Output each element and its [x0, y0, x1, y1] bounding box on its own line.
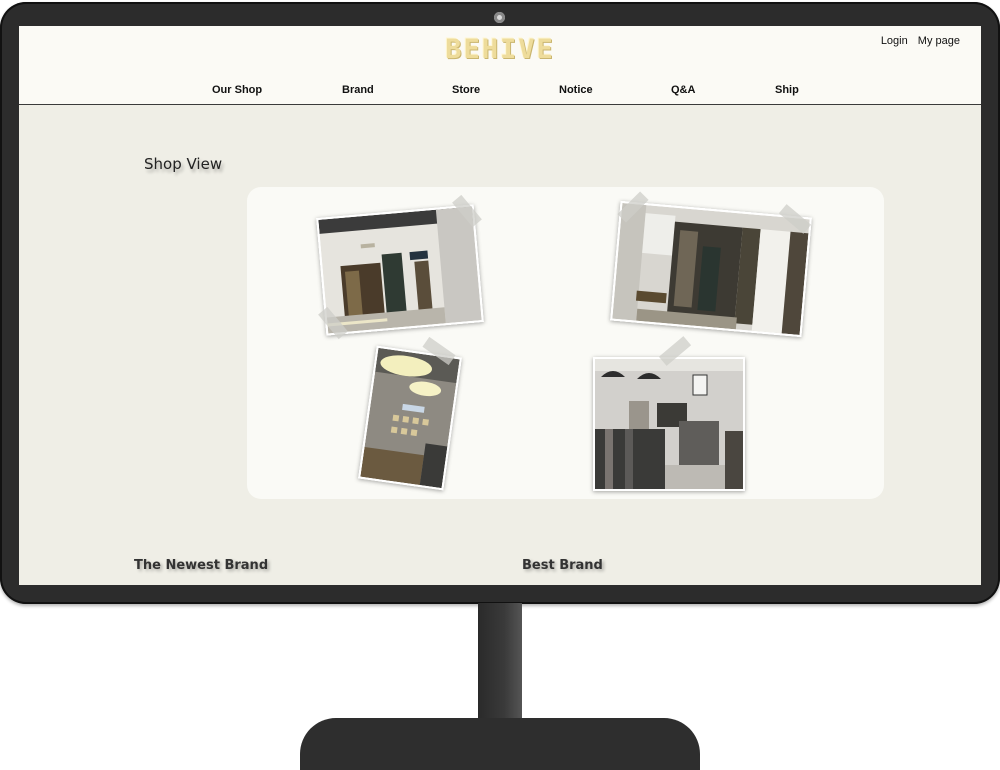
shop-photo-clothing-racks[interactable]: [593, 357, 745, 491]
nav-our-shop[interactable]: Our Shop: [212, 84, 262, 96]
webcam-icon: [494, 12, 505, 23]
account-links: Login My page: [874, 35, 960, 47]
nav-ship[interactable]: Ship: [775, 84, 799, 96]
shop-photo-interior-wall[interactable]: [358, 345, 462, 491]
monitor-stand-base: [300, 718, 700, 770]
shop-gallery: [247, 187, 884, 499]
site-header: BEHIVE Login My page Our Shop Brand Stor…: [19, 26, 981, 105]
shop-photo-storefront[interactable]: [316, 204, 484, 336]
nav-qa[interactable]: Q&A: [671, 84, 695, 96]
login-link[interactable]: Login: [881, 35, 908, 47]
monitor-frame: BEHIVE Login My page Our Shop Brand Stor…: [0, 2, 1000, 604]
nav-brand[interactable]: Brand: [342, 84, 374, 96]
shop-photo-entrance[interactable]: [610, 200, 812, 338]
nav-store[interactable]: Store: [452, 84, 480, 96]
shop-view-title: Shop View: [144, 155, 223, 173]
site-logo[interactable]: BEHIVE: [19, 34, 981, 65]
monitor-stand-neck: [478, 603, 522, 721]
nav-notice[interactable]: Notice: [559, 84, 593, 96]
mypage-link[interactable]: My page: [918, 35, 960, 47]
screen: BEHIVE Login My page Our Shop Brand Stor…: [19, 26, 981, 585]
best-brand-title: Best Brand: [522, 558, 603, 573]
newest-brand-title: The Newest Brand: [134, 558, 269, 573]
